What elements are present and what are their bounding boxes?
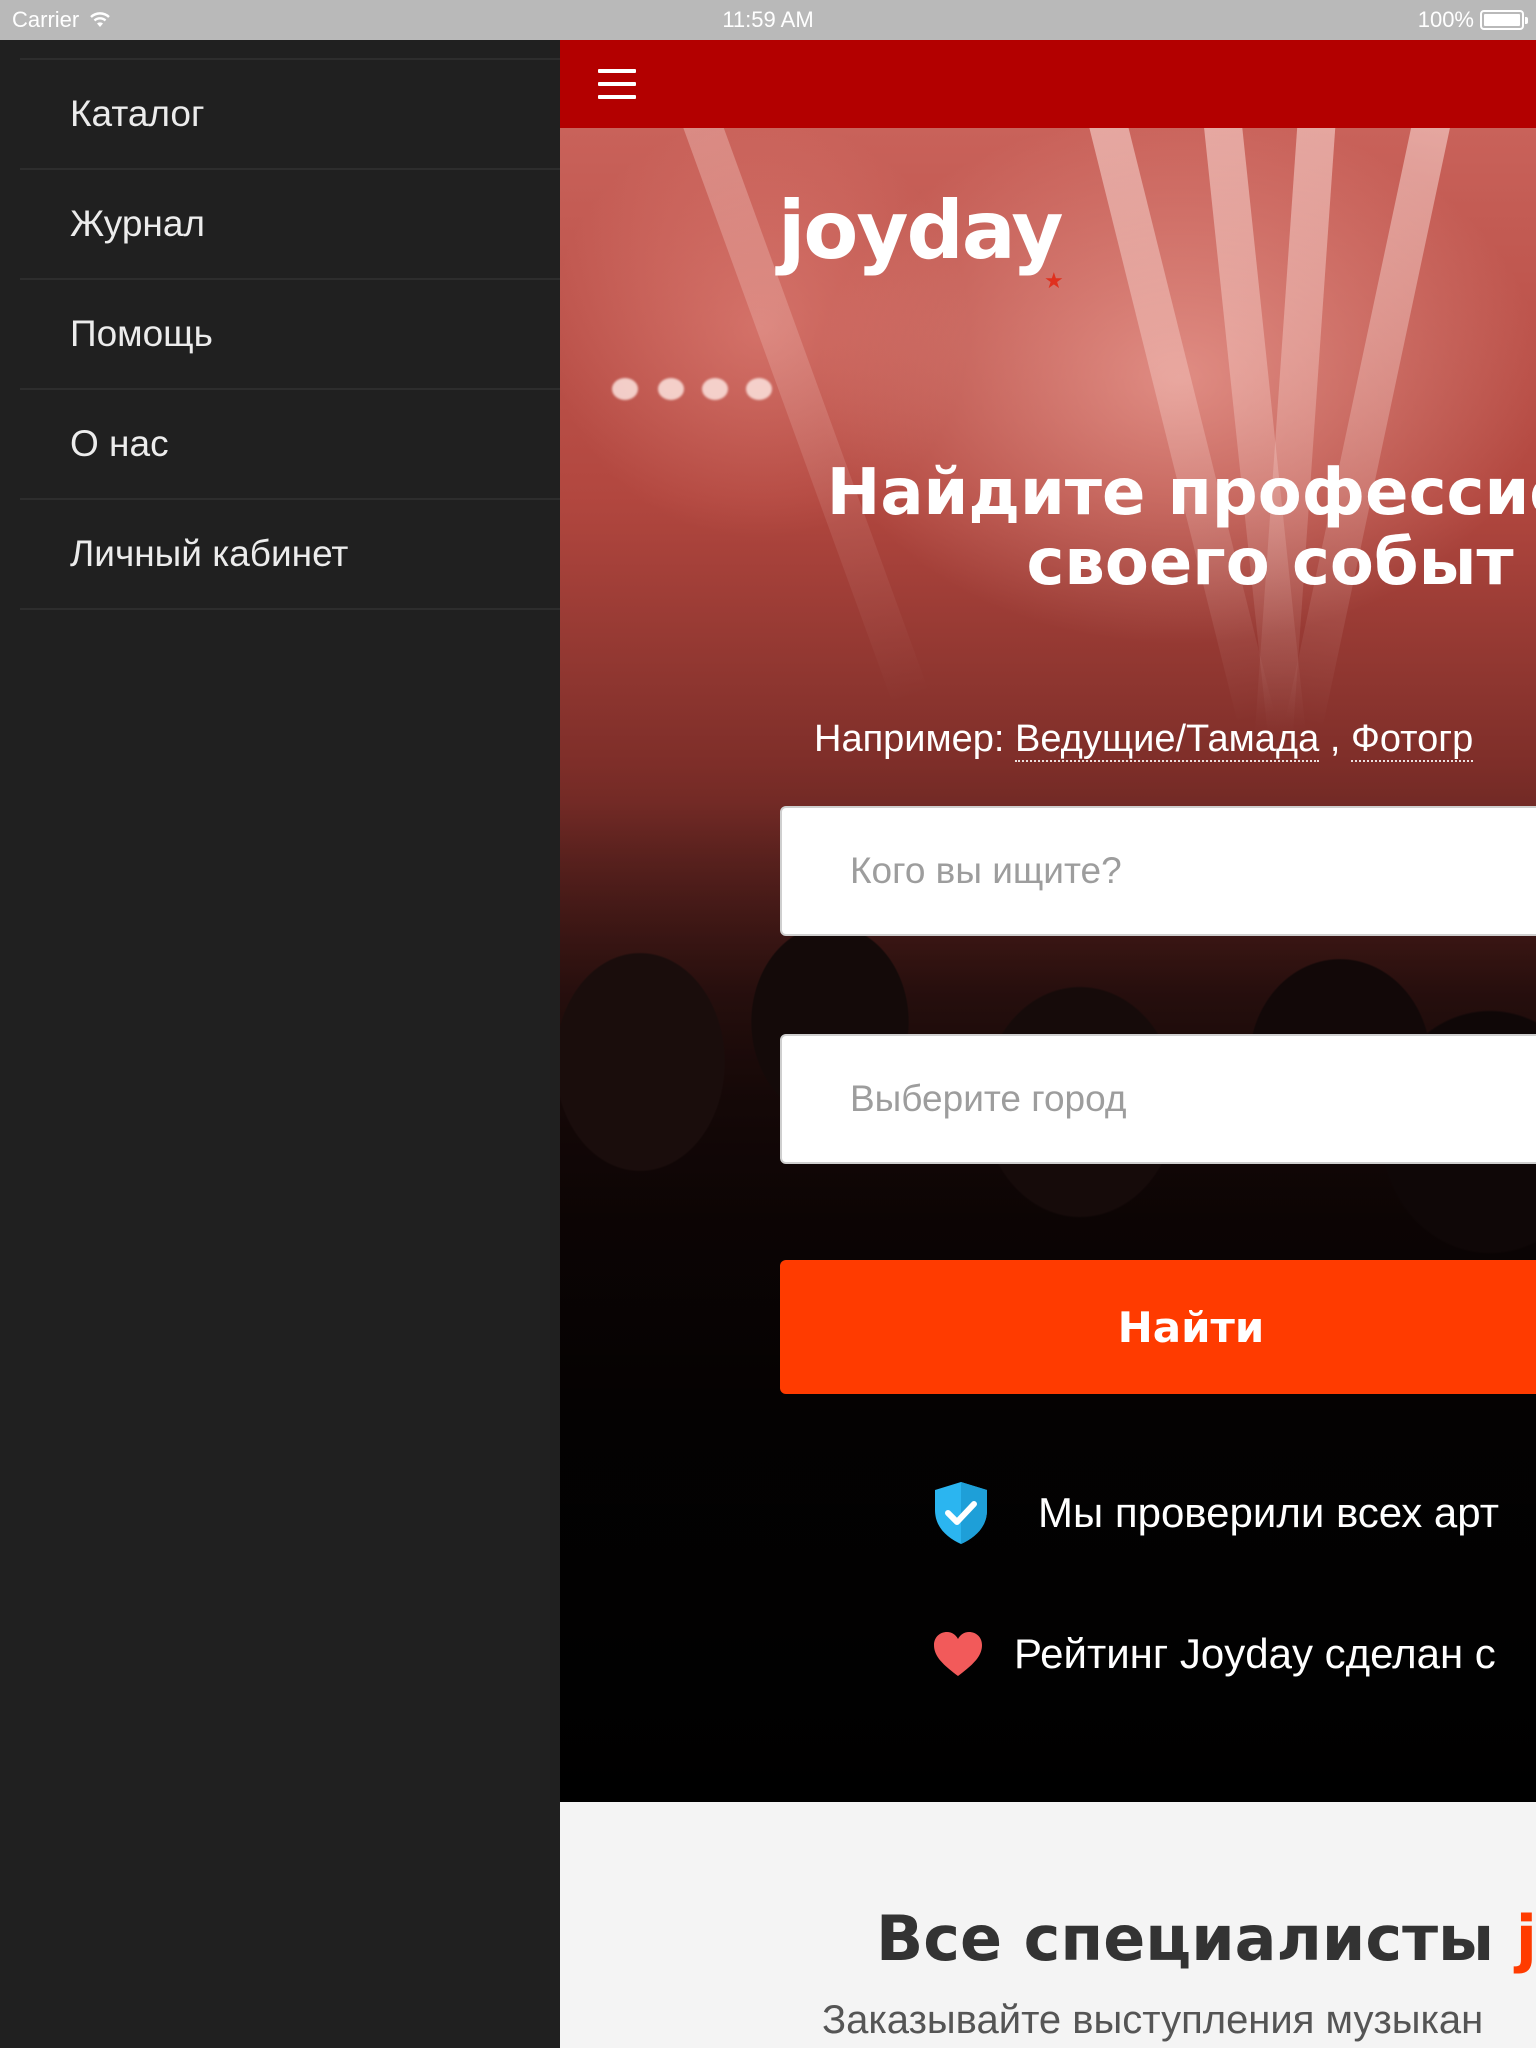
status-bar: Carrier 11:59 AM 100% [0,0,1536,40]
hero-section: joyday ★ Найдите профессио своего событ … [560,128,1536,1802]
specialists-title: Все специалисты joy [876,1902,1536,1975]
logo-star-icon: ★ [1044,268,1064,293]
heart-icon [934,1632,982,1676]
verified-shield-icon [935,1482,987,1544]
headline-line-1: Найдите профессио [826,456,1536,530]
headline-line-2: своего событ [1026,526,1514,600]
example-link-hosts[interactable]: Ведущие/Тамада [1015,718,1320,762]
feature-rating-text: Рейтинг Joyday сделан с [1014,1630,1496,1677]
carrier-label: Carrier [12,7,80,32]
example-separator: , [1329,718,1341,760]
example-prefix: Например: [814,718,1005,760]
specialists-title-prefix: Все специалисты [876,1902,1495,1975]
menu-item-catalog[interactable]: Каталог [20,60,560,170]
menu-list: Каталог Журнал Помощь О нас Личный кабин… [20,58,560,610]
menu-item-account[interactable]: Личный кабинет [20,500,560,610]
feature-verified: Мы проверили всех арт [932,1480,1499,1546]
specialists-subtitle: Заказывайте выступления музыкан [822,1998,1484,2042]
stage-light [658,378,684,400]
menu-item-help[interactable]: Помощь [20,280,560,390]
example-link-photographers[interactable]: Фотогр [1350,718,1474,762]
menu-item-about[interactable]: О нас [20,390,560,500]
hamburger-menu-icon[interactable] [598,69,636,99]
main-content: joyday ★ Найдите профессио своего событ … [560,40,1536,2048]
city-input[interactable] [780,1034,1536,1164]
joyday-logo: joyday [778,184,1063,277]
battery-icon [1480,10,1528,30]
side-menu: Каталог Журнал Помощь О нас Личный кабин… [0,40,560,2048]
specialists-title-brand: joy [1515,1902,1536,1975]
menu-item-journal[interactable]: Журнал [20,170,560,280]
stage-light [702,378,728,400]
example-hint: Например: Ведущие/Тамада , Фотогр [814,718,1474,762]
stage-light [746,378,772,400]
hero-headline: Найдите профессио своего событ [750,458,1536,598]
search-input[interactable] [780,806,1536,936]
battery-percent: 100% [1417,7,1474,32]
status-time: 11:59 AM [722,7,814,32]
feature-rating: Рейтинг Joyday сделан с [932,1630,1496,1678]
find-button[interactable]: Найти [780,1260,1536,1394]
feature-verified-text: Мы проверили всех арт [1038,1489,1499,1536]
stage-light [612,378,638,400]
wifi-icon [90,12,111,27]
specialists-section: Все специалисты joy Заказывайте выступле… [560,1802,1536,2048]
top-bar [560,40,1536,128]
